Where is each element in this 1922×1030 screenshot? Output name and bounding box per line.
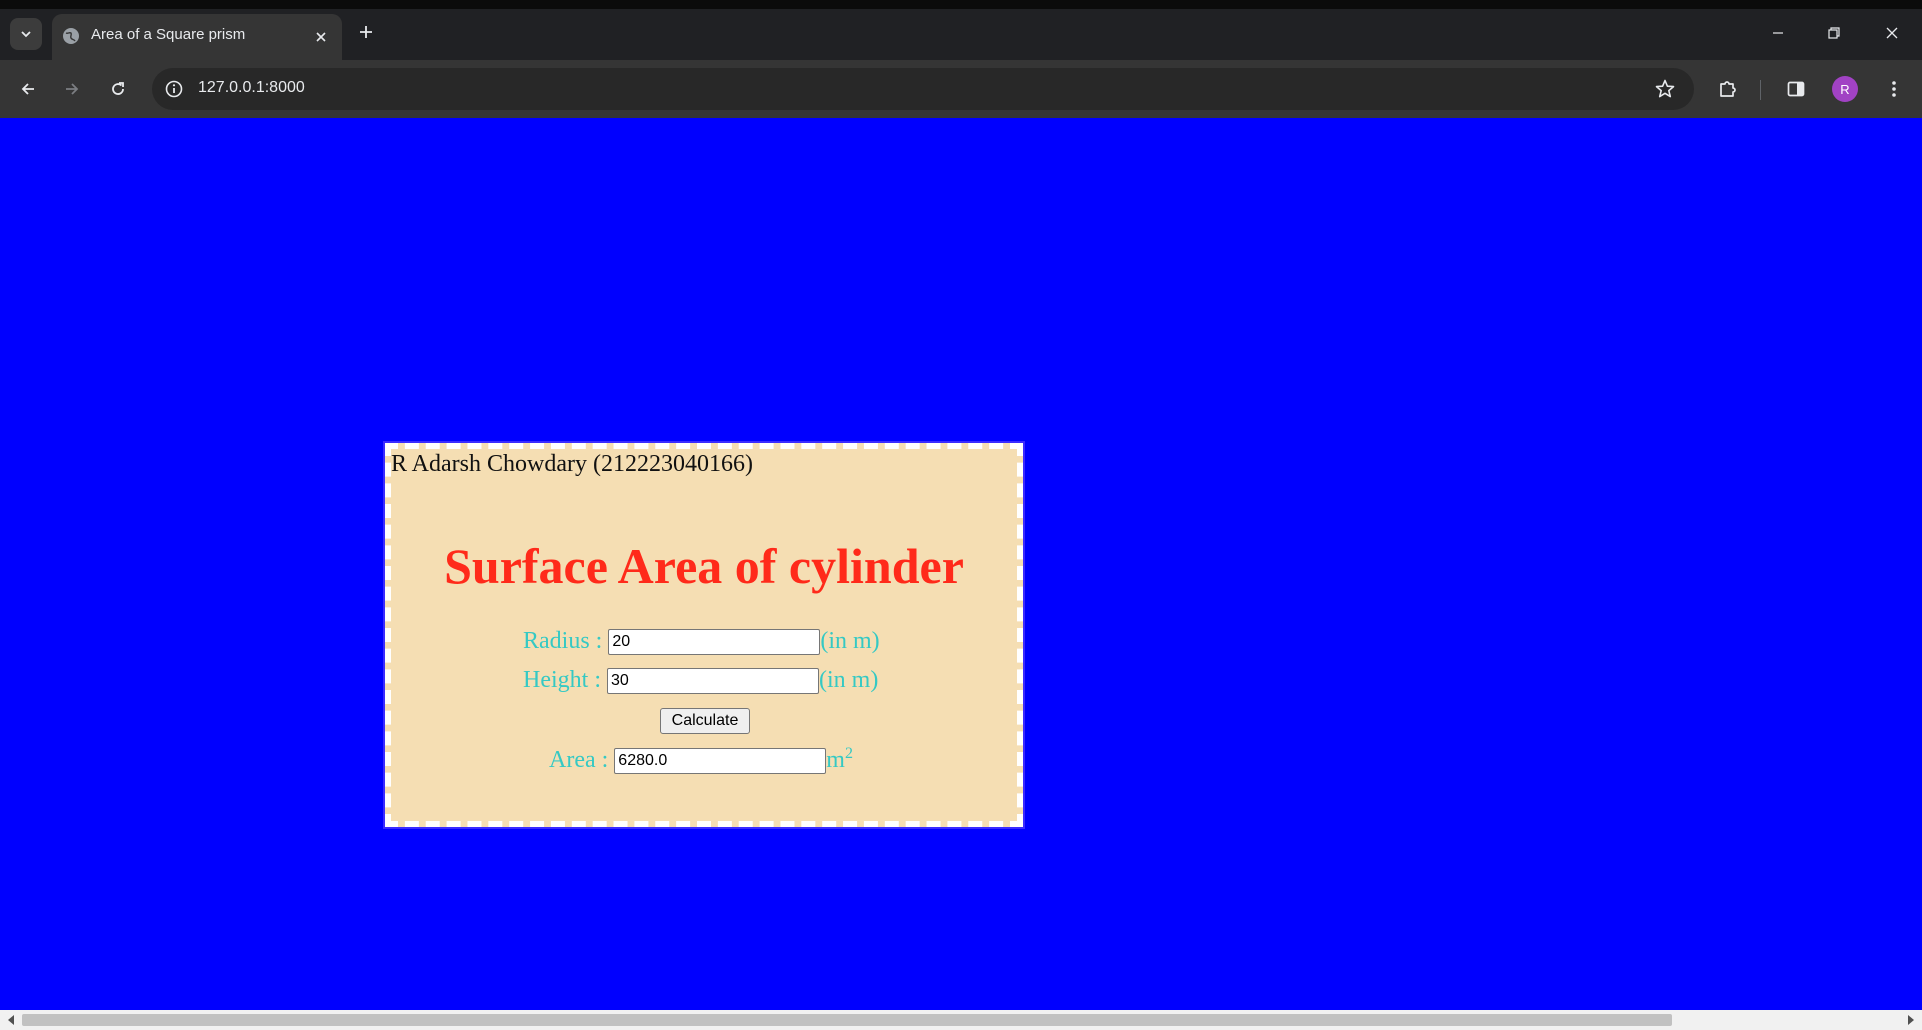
- window-top-strip: [0, 0, 1922, 9]
- minimize-button[interactable]: [1758, 18, 1798, 48]
- calculate-button[interactable]: Calculate: [660, 708, 750, 734]
- calculator-card: R Adarsh Chowdary (212223040166) Surface…: [383, 441, 1025, 829]
- forward-button[interactable]: [56, 73, 88, 105]
- height-input[interactable]: [607, 667, 819, 694]
- minimize-icon: [1773, 32, 1783, 34]
- area-row: Area : m2: [549, 745, 853, 774]
- chevron-down-icon: [21, 31, 31, 38]
- reload-icon: [112, 82, 124, 95]
- height-unit: (in m): [819, 667, 879, 693]
- info-icon[interactable]: [164, 79, 184, 99]
- area-unit: m2: [826, 745, 853, 774]
- triangle-right-icon: [1908, 1015, 1914, 1025]
- horizontal-scrollbar[interactable]: [0, 1010, 1922, 1030]
- area-unit-base: m: [826, 747, 845, 773]
- tab-active[interactable]: Area of a Square prism: [52, 14, 342, 60]
- close-window-button[interactable]: [1872, 18, 1912, 48]
- side-panel-button[interactable]: [1782, 75, 1810, 103]
- height-row: Height : (in m): [523, 667, 878, 694]
- plus-icon: [360, 26, 372, 38]
- area-unit-exponent: 2: [844, 745, 853, 762]
- extensions-button[interactable]: [1714, 75, 1742, 103]
- author-name: R Adarsh Chowdary (212223040166): [391, 451, 753, 477]
- arrow-right-icon: [66, 83, 79, 95]
- page-viewport: R Adarsh Chowdary (212223040166) Surface…: [0, 118, 1922, 1010]
- page-title: Surface Area of cylinder: [444, 538, 964, 594]
- scroll-left-button[interactable]: [4, 1013, 18, 1027]
- profile-avatar[interactable]: R: [1832, 76, 1858, 102]
- kebab-menu-icon: [1892, 81, 1896, 97]
- puzzle-icon: [1720, 81, 1736, 97]
- new-tab-button[interactable]: [354, 20, 378, 44]
- radius-row: Radius : (in m): [523, 628, 880, 655]
- toolbar-divider: [1760, 80, 1761, 100]
- restore-button[interactable]: [1814, 18, 1854, 48]
- arrow-left-icon: [21, 83, 34, 95]
- close-icon: [316, 32, 326, 42]
- address-bar[interactable]: 127.0.0.1:8000: [152, 68, 1694, 110]
- side-panel-icon: [1787, 81, 1805, 97]
- globe-icon: [63, 28, 79, 44]
- scroll-right-button[interactable]: [1904, 1013, 1918, 1027]
- url-text[interactable]: 127.0.0.1:8000: [198, 79, 305, 97]
- tab-search-button[interactable]: [10, 18, 42, 50]
- restore-icon: [1828, 27, 1840, 39]
- area-label: Area :: [549, 747, 609, 773]
- back-button[interactable]: [12, 73, 44, 105]
- radius-unit: (in m): [820, 628, 880, 654]
- reload-button[interactable]: [102, 73, 134, 105]
- radius-label: Radius :: [523, 628, 603, 654]
- browser-toolbar: 127.0.0.1:8000 R: [0, 60, 1922, 118]
- tab-title: Area of a Square prism: [91, 26, 246, 43]
- browser-menu-button[interactable]: [1880, 75, 1908, 103]
- browser-chrome: Area of a Square prism 127.0.0.1:8000 R: [0, 0, 1922, 118]
- tab-close-button[interactable]: [310, 26, 332, 48]
- scrollbar-thumb[interactable]: [22, 1014, 1672, 1026]
- close-icon: [1886, 27, 1898, 39]
- radius-input[interactable]: [608, 628, 821, 655]
- area-output[interactable]: [614, 747, 827, 774]
- star-icon[interactable]: [1654, 78, 1676, 100]
- height-label: Height :: [523, 667, 601, 693]
- triangle-left-icon: [8, 1015, 14, 1025]
